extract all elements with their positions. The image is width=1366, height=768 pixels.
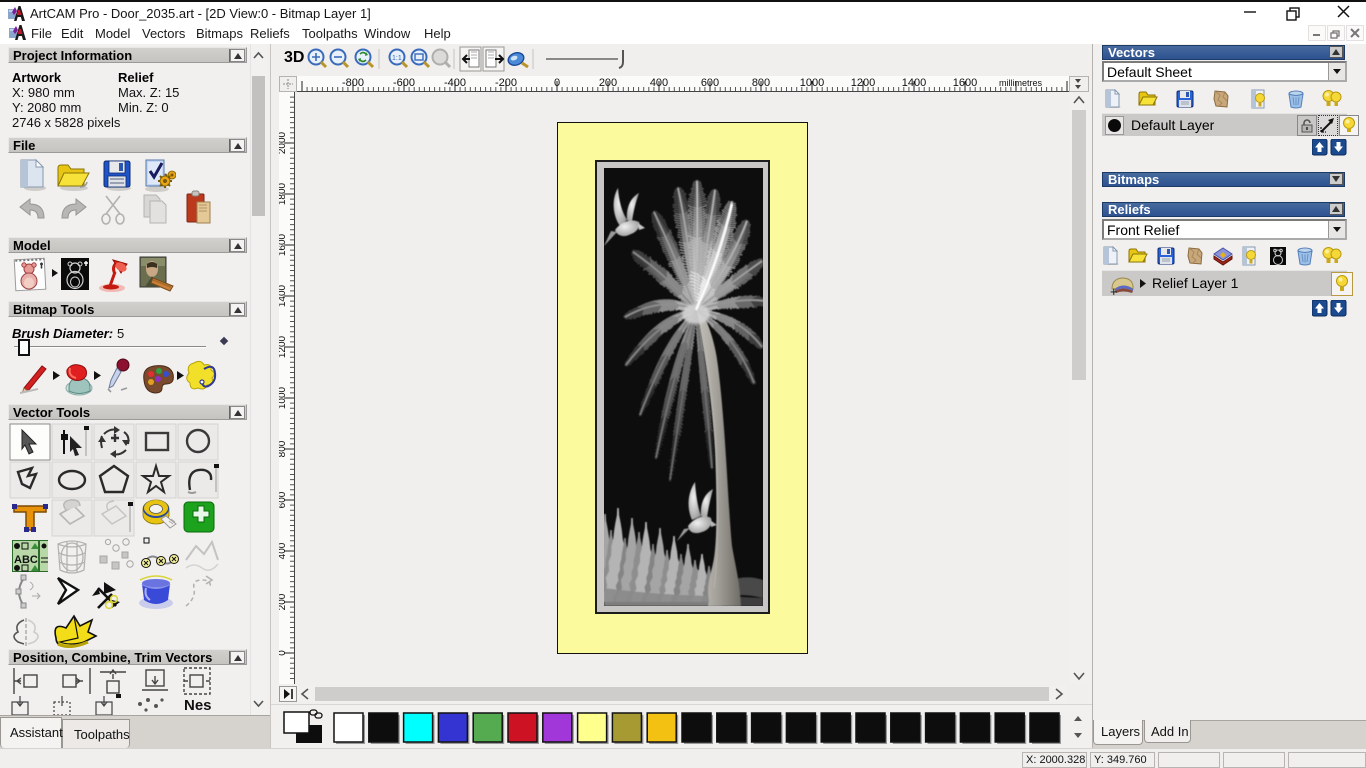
svg-text:1000: 1000: [279, 386, 288, 409]
svg-text:1200: 1200: [279, 335, 288, 358]
svg-text:1400: 1400: [902, 77, 926, 89]
svg-text:-400: -400: [444, 77, 466, 89]
svg-text:+: +: [1110, 284, 1118, 297]
svg-text:ABC: ABC: [14, 554, 38, 566]
svg-text:0: 0: [554, 77, 560, 89]
svg-text:2000: 2000: [279, 131, 288, 154]
svg-text:1200: 1200: [851, 77, 875, 89]
svg-text:0: 0: [279, 650, 288, 656]
svg-text:-800: -800: [342, 77, 364, 89]
svg-text:200: 200: [279, 593, 288, 610]
svg-text:1800: 1800: [279, 182, 288, 205]
svg-text:1600: 1600: [279, 233, 288, 256]
svg-text:Nes: Nes: [184, 697, 212, 714]
svg-text:800: 800: [279, 440, 288, 457]
svg-text:1:1: 1:1: [392, 55, 402, 62]
svg-text:400: 400: [279, 542, 288, 559]
svg-text:200: 200: [599, 77, 617, 89]
svg-text:1600: 1600: [953, 77, 977, 89]
svg-text:600: 600: [701, 77, 719, 89]
svg-text:1400: 1400: [279, 284, 288, 307]
svg-text:-200: -200: [495, 77, 517, 89]
svg-text:800: 800: [752, 77, 770, 89]
svg-text:-600: -600: [393, 77, 415, 89]
svg-text:600: 600: [279, 491, 288, 508]
svg-text:1000: 1000: [800, 77, 824, 89]
svg-text:400: 400: [650, 77, 668, 89]
svg-text:millimetres: millimetres: [999, 78, 1043, 88]
